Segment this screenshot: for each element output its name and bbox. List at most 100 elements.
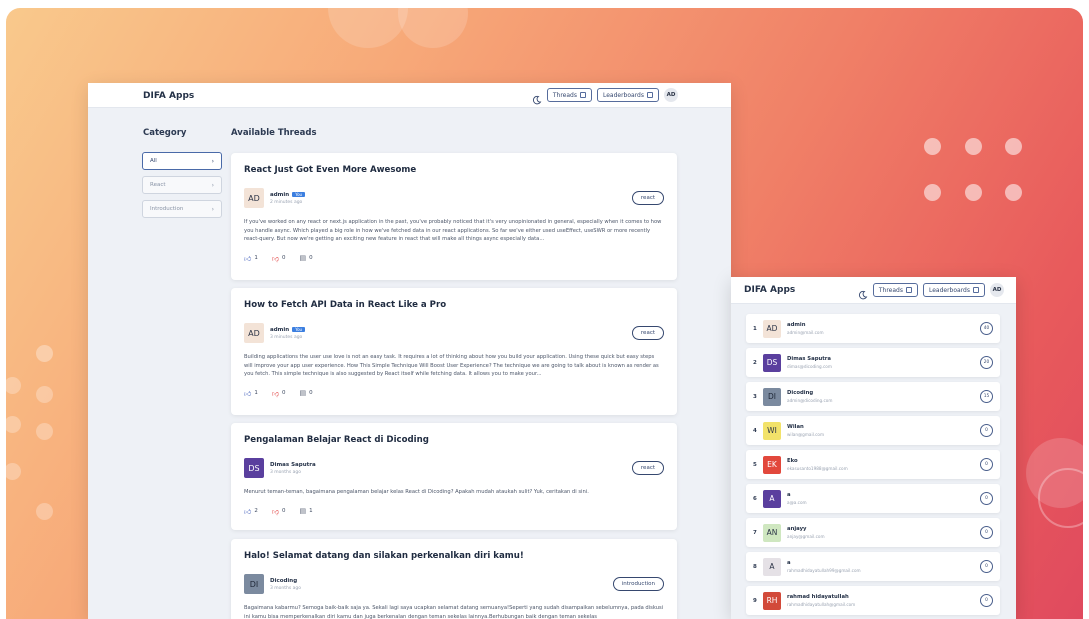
leaderboards-nav-button[interactable]: Leaderboards bbox=[596, 88, 659, 102]
brand-logo[interactable]: DIFA Apps bbox=[744, 285, 795, 295]
user-meta: anjayy anjay@gmail.com bbox=[787, 526, 980, 539]
thread-title[interactable]: How to Fetch API Data in React Like a Pr… bbox=[244, 300, 664, 310]
score-badge: 0 bbox=[980, 424, 993, 437]
leaderboard-row[interactable]: 3 DI Dicoding admin@dicoding.com 15 bbox=[746, 382, 1000, 411]
user-email: a@a.com bbox=[787, 500, 807, 505]
user-meta: admin admin@mail.com bbox=[787, 322, 980, 335]
thread-card[interactable]: Pengalaman Belajar React di Dicoding DS … bbox=[231, 423, 677, 530]
leaderboard-row[interactable]: 9 RH rahmad hidayatullah rahmadhidayatullah… bbox=[746, 586, 1000, 615]
user-avatar: EK bbox=[763, 455, 781, 474]
score-badge: 0 bbox=[980, 492, 993, 505]
leaderboard-window: DIFA Apps Threads Leaderboards AD 1 AD adm… bbox=[731, 277, 1016, 619]
leaderboard-row[interactable]: 5 EK Eko ekasusanto1988@gmail.com 0 bbox=[746, 450, 1000, 479]
threads-nav-button[interactable]: Threads bbox=[872, 283, 918, 297]
thread-stats: 👍︎ 1 👎︎ 0 ▤ 0 bbox=[244, 389, 664, 398]
threads-icon bbox=[905, 287, 912, 293]
decor-dot bbox=[36, 386, 53, 403]
leaderboard-row[interactable]: 1 AD admin admin@mail.com 40 bbox=[746, 314, 1000, 343]
user-email: wilan@gmail.com bbox=[787, 432, 825, 437]
decor-dot bbox=[36, 423, 53, 440]
comment-count: 1 bbox=[309, 508, 313, 514]
category-item-introduction[interactable]: Introduction › bbox=[142, 200, 222, 218]
theme-toggle-icon[interactable] bbox=[532, 90, 542, 105]
user-avatar[interactable]: AD bbox=[664, 88, 678, 102]
thread-card[interactable]: Halo! Selamat datang dan silakan perkena… bbox=[231, 539, 677, 619]
user-name: Dicoding bbox=[787, 390, 814, 396]
user-email: admin@mail.com bbox=[787, 330, 824, 335]
downvote-button[interactable]: 👎︎ 0 bbox=[272, 507, 286, 516]
comments-button[interactable]: ▤ 0 bbox=[299, 254, 312, 262]
thread-title[interactable]: React Just Got Even More Awesome bbox=[244, 165, 664, 175]
author-name: Dicoding bbox=[270, 577, 298, 584]
upvote-button[interactable]: 👍︎ 1 bbox=[244, 389, 258, 398]
author-name: admin bbox=[270, 326, 290, 333]
category-label: Introduction bbox=[150, 206, 184, 212]
leaderboard-row[interactable]: 2 DS Dimas Saputra dimas@dicoding.com 20 bbox=[746, 348, 1000, 377]
rank-number: 2 bbox=[753, 359, 757, 366]
user-meta: Wilan wilan@gmail.com bbox=[787, 424, 980, 437]
downvote-count: 0 bbox=[281, 390, 286, 396]
leaderboard-row[interactable]: 7 AN anjayy anjay@gmail.com 0 bbox=[746, 518, 1000, 547]
comment-icon: ▤ bbox=[299, 389, 307, 397]
user-name: a bbox=[787, 492, 791, 498]
category-item-react[interactable]: React › bbox=[142, 176, 222, 194]
upvote-button[interactable]: 👍︎ 2 bbox=[244, 507, 258, 516]
thread-body: Building applications the user use love … bbox=[244, 354, 659, 377]
rank-number: 6 bbox=[753, 495, 757, 502]
decor-dot bbox=[924, 138, 941, 155]
thread-author: DI Dicoding 3 months ago introduction bbox=[244, 574, 664, 594]
category-tag[interactable]: react bbox=[631, 326, 664, 340]
comments-button[interactable]: ▤ 1 bbox=[299, 507, 312, 515]
thread-title[interactable]: Halo! Selamat datang dan silakan perkena… bbox=[244, 551, 664, 561]
decor-dot bbox=[6, 463, 21, 480]
user-name: admin bbox=[787, 322, 806, 328]
user-name: rahmad hidayatullah bbox=[787, 594, 849, 600]
user-email: rahmadhidayatullah99@gmail.com bbox=[787, 568, 861, 573]
category-tag[interactable]: react bbox=[631, 191, 664, 205]
decor-circle-top-1 bbox=[328, 8, 408, 48]
downvote-button[interactable]: 👎︎ 0 bbox=[272, 254, 286, 263]
leaderboards-nav-button[interactable]: Leaderboards bbox=[922, 283, 985, 297]
thumbs-down-icon: 👎︎ bbox=[271, 507, 279, 516]
author-name-row: admin You bbox=[270, 326, 306, 333]
thumbs-down-icon: 👎︎ bbox=[271, 254, 279, 263]
user-meta: Dicoding admin@dicoding.com bbox=[787, 390, 980, 403]
user-avatar: WI bbox=[763, 421, 781, 440]
author-badge: You bbox=[292, 192, 306, 197]
threads-nav-button[interactable]: Threads bbox=[546, 88, 592, 102]
leaderboard-row[interactable]: 4 WI Wilan wilan@gmail.com 0 bbox=[746, 416, 1000, 445]
category-tag[interactable]: react bbox=[631, 461, 664, 475]
author-name: Dimas Saputra bbox=[270, 461, 316, 468]
theme-toggle-icon[interactable] bbox=[858, 285, 868, 300]
upvote-count: 2 bbox=[254, 508, 258, 514]
leaderboard-row[interactable]: 8 Aa rahmadhidayatullah99@gmail.com 0 bbox=[746, 552, 1000, 581]
decor-dot bbox=[965, 138, 982, 155]
thread-author: AD admin You 2 minutes ago react bbox=[244, 188, 664, 208]
category-item-all[interactable]: All › bbox=[142, 152, 222, 170]
thread-card[interactable]: React Just Got Even More Awesome AD admi… bbox=[231, 153, 677, 280]
brand-logo[interactable]: DIFA Apps bbox=[143, 91, 194, 101]
comment-count: 0 bbox=[309, 255, 313, 261]
thread-title[interactable]: Pengalaman Belajar React di Dicoding bbox=[244, 435, 664, 445]
category-list: All › React › Introduction › bbox=[142, 152, 222, 224]
user-avatar: AN bbox=[763, 523, 781, 542]
downvote-button[interactable]: 👎︎ 0 bbox=[272, 389, 286, 398]
decor-dot bbox=[6, 377, 21, 394]
comment-count: 0 bbox=[309, 390, 313, 396]
category-tag[interactable]: introduction bbox=[612, 577, 664, 591]
decor-dot bbox=[6, 416, 21, 433]
chevron-right-icon: › bbox=[211, 181, 214, 189]
user-avatar[interactable]: AD bbox=[990, 283, 1004, 297]
thread-time: 3 months ago bbox=[270, 585, 302, 591]
thread-body: Menurut teman-teman, bagaimana pengalama… bbox=[244, 489, 589, 495]
user-meta: Eko ekasusanto1988@gmail.com bbox=[787, 458, 980, 471]
upvote-button[interactable]: 👍︎ 1 bbox=[244, 254, 258, 263]
comments-button[interactable]: ▤ 0 bbox=[299, 389, 312, 397]
user-avatar: DI bbox=[763, 387, 781, 406]
thumbs-up-icon: 👍︎ bbox=[244, 389, 252, 398]
chevron-right-icon: › bbox=[211, 205, 214, 213]
thread-card[interactable]: How to Fetch API Data in React Like a Pr… bbox=[231, 288, 677, 415]
leaderboard-row[interactable]: 6 Aa a@a.com 0 bbox=[746, 484, 1000, 513]
thumbs-up-icon: 👍︎ bbox=[244, 254, 252, 263]
decor-dot bbox=[924, 184, 941, 201]
